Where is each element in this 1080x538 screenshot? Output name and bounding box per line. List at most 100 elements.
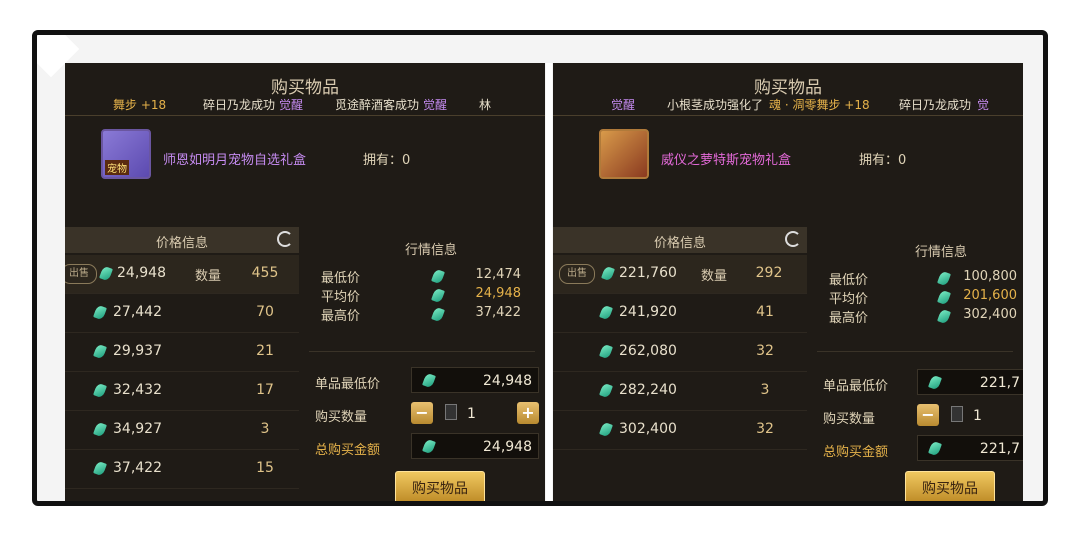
price-info-header: 价格信息 — [553, 227, 807, 253]
unit-min-value: 24,948 — [483, 373, 532, 389]
ticker-text: 舞步 +18 — [113, 98, 167, 112]
stat-min: 最低价 12,474 — [321, 267, 521, 286]
total-row: 总购买金额 24,948 — [315, 431, 541, 464]
quantity-label: 数量 — [701, 269, 728, 284]
ticker-text: 觉醒 — [279, 98, 304, 112]
ticker-text: 碎日乃龙成功 — [899, 98, 972, 112]
gem-icon — [601, 265, 615, 282]
listing-row[interactable]: 37,422 15 — [65, 450, 299, 489]
listing-price: 302,400 — [619, 421, 677, 437]
quantity-input[interactable]: 1 — [467, 406, 476, 422]
gem-icon — [93, 382, 107, 399]
listing-qty: 32 — [756, 421, 774, 437]
gem-icon — [93, 343, 107, 360]
ticker-text: 碎日乃龙成功 — [203, 98, 276, 112]
listing-qty: 21 — [256, 343, 274, 359]
stat-label: 平均价 — [321, 290, 361, 305]
gem-icon — [422, 438, 436, 455]
total-row: 总购买金额 221,7 — [823, 433, 1023, 466]
gem-icon — [928, 440, 942, 457]
calculator-icon[interactable] — [445, 404, 457, 420]
gem-icon — [93, 304, 107, 321]
total-label: 总购买金额 — [315, 443, 381, 458]
gem-icon — [937, 289, 951, 306]
listing-row[interactable]: 出售 221,760 数量 292 — [553, 255, 807, 294]
gem-icon — [93, 421, 107, 438]
divider — [817, 351, 1013, 352]
stat-label: 平均价 — [829, 292, 869, 307]
decrease-button[interactable]: − — [917, 404, 939, 426]
listing-row[interactable]: 241,920 41 — [553, 294, 807, 333]
listing-row[interactable]: 27,442 70 — [65, 294, 299, 333]
announcement-ticker: 舞步 +18 碎日乃龙成功 觉醒 觅途醉酒客成功 觉醒 林 — [65, 93, 545, 116]
right-purchase-panel: 购买物品 觉醒 小根茎成功强化了 魂 · 凋零舞步 +18 碎日乃龙成功 觉 威… — [553, 63, 1023, 501]
decrease-button[interactable]: − — [411, 402, 433, 424]
listing-row[interactable]: 302,400 32 — [553, 411, 807, 450]
stat-min: 最低价 100,800 — [829, 269, 1017, 288]
quantity-row: 购买数量 − 1 + — [315, 398, 541, 431]
stat-label: 最低价 — [829, 273, 869, 288]
listing-row[interactable]: 34,927 3 — [65, 411, 299, 450]
stat-max: 最高价 37,422 — [321, 305, 521, 324]
listing-qty: 41 — [756, 304, 774, 320]
price-list: 出售 221,760 数量 292 241,920 41 262,080 32 … — [553, 255, 807, 450]
unit-min-row: 单品最低价 221,7 — [823, 367, 1023, 400]
quantity-input[interactable]: 1 — [973, 408, 982, 424]
listing-price: 262,080 — [619, 343, 677, 359]
unit-min-label: 单品最低价 — [823, 379, 889, 394]
gem-icon — [928, 374, 942, 391]
listing-qty: 70 — [256, 304, 274, 320]
gift-box-icon[interactable] — [599, 129, 649, 179]
listing-price: 221,760 — [619, 265, 677, 281]
refresh-icon[interactable] — [277, 231, 293, 247]
listing-row[interactable]: 262,080 32 — [553, 333, 807, 372]
buy-button[interactable]: 购买物品 — [905, 471, 995, 501]
market-stats: 最低价 100,800 平均价 201,600 最高价 302,400 — [829, 269, 1017, 326]
market-info-header: 行情信息 — [405, 243, 458, 258]
refresh-icon[interactable] — [785, 231, 801, 247]
listing-row[interactable]: 32,432 17 — [65, 372, 299, 411]
buy-button[interactable]: 购买物品 — [395, 471, 485, 501]
item-info: 宠物 师恩如明月宠物自选礼盒 拥有：0 — [65, 123, 545, 193]
listing-price: 32,432 — [113, 382, 162, 398]
divider — [309, 351, 535, 352]
gem-icon — [93, 460, 107, 477]
item-name: 威仪之萝特斯宠物礼盒 — [661, 153, 792, 168]
listing-qty: 3 — [760, 382, 770, 398]
gem-icon — [422, 372, 436, 389]
calculator-icon[interactable] — [951, 406, 963, 422]
quantity-label: 购买数量 — [315, 410, 368, 425]
listing-row[interactable]: 282,240 3 — [553, 372, 807, 411]
market-stats: 最低价 12,474 平均价 24,948 最高价 37,422 — [321, 267, 521, 324]
owned-count: 拥有：0 — [363, 153, 411, 168]
listing-row[interactable]: 29,937 21 — [65, 333, 299, 372]
item-info: 威仪之萝特斯宠物礼盒 拥有：0 — [553, 123, 1023, 193]
total-value: 221,7 — [979, 441, 1020, 457]
listing-price: 34,927 — [113, 421, 162, 437]
listing-qty: 292 — [755, 265, 783, 281]
stat-label: 最高价 — [321, 309, 361, 324]
gem-icon — [599, 304, 613, 321]
price-list: 出售 24,948 数量 455 27,442 70 29,937 21 32,… — [65, 255, 299, 489]
purchase-form: 单品最低价 221,7 购买数量 − 1 总购买金额 221,7 — [823, 367, 1023, 466]
listing-row[interactable]: 出售 24,948 数量 455 — [65, 255, 299, 294]
gem-icon — [599, 421, 613, 438]
ticker-text: 魂 · 凋零舞步 +18 — [769, 98, 870, 112]
listing-qty: 15 — [256, 460, 274, 476]
ticker-text: 林 — [479, 98, 492, 112]
owned-count: 拥有：0 — [859, 153, 907, 168]
gem-icon — [937, 270, 951, 287]
gem-icon — [599, 343, 613, 360]
market-info-header: 行情信息 — [915, 245, 968, 260]
item-name: 师恩如明月宠物自选礼盒 — [163, 153, 307, 168]
gem-icon — [431, 306, 445, 323]
unit-min-row: 单品最低价 24,948 — [315, 365, 541, 398]
increase-button[interactable]: + — [517, 402, 539, 424]
unit-min-label: 单品最低价 — [315, 377, 381, 392]
unit-min-field: 221,7 — [917, 369, 1023, 395]
unit-min-field: 24,948 — [411, 367, 539, 393]
photo-frame: 购买物品 舞步 +18 碎日乃龙成功 觉醒 觅途醉酒客成功 觉醒 林 宠物 师恩… — [32, 30, 1048, 506]
gift-box-icon[interactable]: 宠物 — [101, 129, 151, 179]
gem-icon — [431, 287, 445, 304]
stat-label: 最高价 — [829, 311, 869, 326]
